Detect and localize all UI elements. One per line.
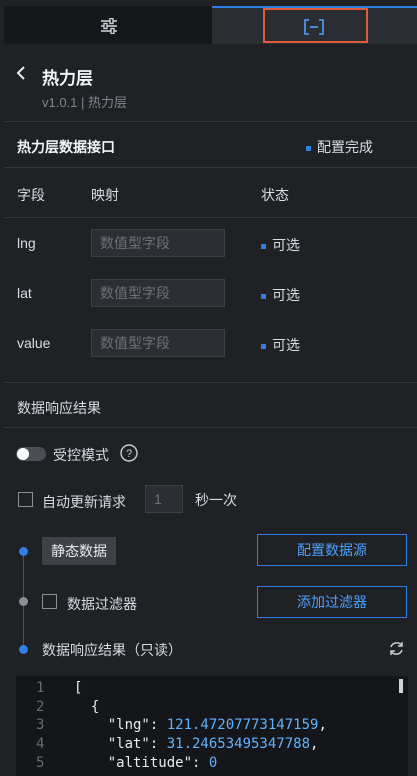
filter-checkbox[interactable] — [42, 594, 57, 609]
sliders-icon — [101, 18, 117, 34]
static-data-tag[interactable]: 静态数据 — [42, 537, 116, 565]
interval-input[interactable]: 1 — [145, 485, 183, 513]
status-dot — [261, 343, 266, 349]
timeline-dot — [19, 597, 28, 606]
line-number: 2 — [36, 699, 45, 715]
scrollbar-thumb[interactable] — [399, 679, 403, 693]
divider — [4, 217, 417, 218]
highlight-box — [263, 8, 368, 43]
code-line: "altitude": 0 — [74, 755, 218, 771]
state-lng: 可选 — [261, 235, 300, 255]
response-section-title: 数据响应结果 — [17, 400, 101, 416]
controlled-mode-toggle[interactable] — [16, 447, 46, 461]
help-icon[interactable]: ? — [120, 444, 138, 462]
status-dot — [306, 145, 311, 151]
line-number: 4 — [36, 736, 45, 752]
line-number: 3 — [36, 717, 45, 733]
interval-unit: 秒一次 — [195, 492, 237, 508]
divider — [4, 167, 417, 168]
config-status-text: 配置完成 — [317, 139, 373, 155]
svg-text:?: ? — [126, 448, 132, 460]
back-arrow-icon[interactable] — [16, 66, 26, 80]
config-datasource-button[interactable]: 配置数据源 — [257, 534, 407, 566]
header-mapping: 映射 — [91, 187, 119, 203]
mapping-input-value[interactable]: 数值型字段 — [91, 329, 225, 357]
code-line: "lat": 31.24653495347788, — [74, 736, 319, 752]
code-line: [ — [74, 680, 83, 696]
field-lng: lng — [17, 235, 36, 251]
state-lat: 可选 — [261, 285, 300, 305]
status-dot — [261, 243, 266, 249]
code-line: "lng": 121.47207773147159, — [74, 717, 327, 733]
state-text: 可选 — [272, 337, 300, 353]
auto-update-checkbox[interactable] — [18, 492, 33, 507]
mapping-input-lng[interactable]: 数值型字段 — [91, 229, 225, 257]
state-text: 可选 — [272, 237, 300, 253]
state-text: 可选 — [272, 287, 300, 303]
refresh-icon[interactable] — [388, 640, 405, 657]
result-label: 数据响应结果（只读） — [42, 642, 182, 658]
config-status: 配置完成 — [306, 137, 373, 157]
status-dot — [261, 293, 266, 299]
state-value: 可选 — [261, 335, 300, 355]
timeline-dot — [19, 645, 28, 654]
divider — [4, 427, 417, 428]
code-line: { — [74, 699, 100, 715]
field-value: value — [17, 335, 51, 351]
add-filter-button[interactable]: 添加过滤器 — [257, 586, 407, 618]
mapping-input-lat[interactable]: 数值型字段 — [91, 279, 225, 307]
interface-title: 热力层数据接口 — [17, 139, 115, 155]
field-lat: lat — [17, 285, 32, 301]
toggle-knob — [17, 448, 29, 460]
header-field: 字段 — [17, 187, 45, 203]
timeline-dot — [19, 547, 28, 556]
code-editor[interactable]: 1 [ 2 { 3 "lng": 121.47207773147159, 4 "… — [16, 676, 408, 776]
line-number: 5 — [36, 755, 45, 771]
header-state: 状态 — [261, 187, 289, 203]
panel-subtitle: v1.0.1 | 热力层 — [42, 95, 128, 110]
auto-update-label: 自动更新请求 — [42, 494, 126, 510]
controlled-mode-label: 受控模式 — [53, 447, 109, 463]
tab-settings[interactable] — [4, 6, 212, 44]
divider — [4, 121, 417, 122]
filter-label: 数据过滤器 — [67, 596, 137, 612]
panel-title: 热力层 — [42, 69, 93, 88]
line-number: 1 — [36, 680, 45, 696]
divider — [4, 382, 417, 383]
